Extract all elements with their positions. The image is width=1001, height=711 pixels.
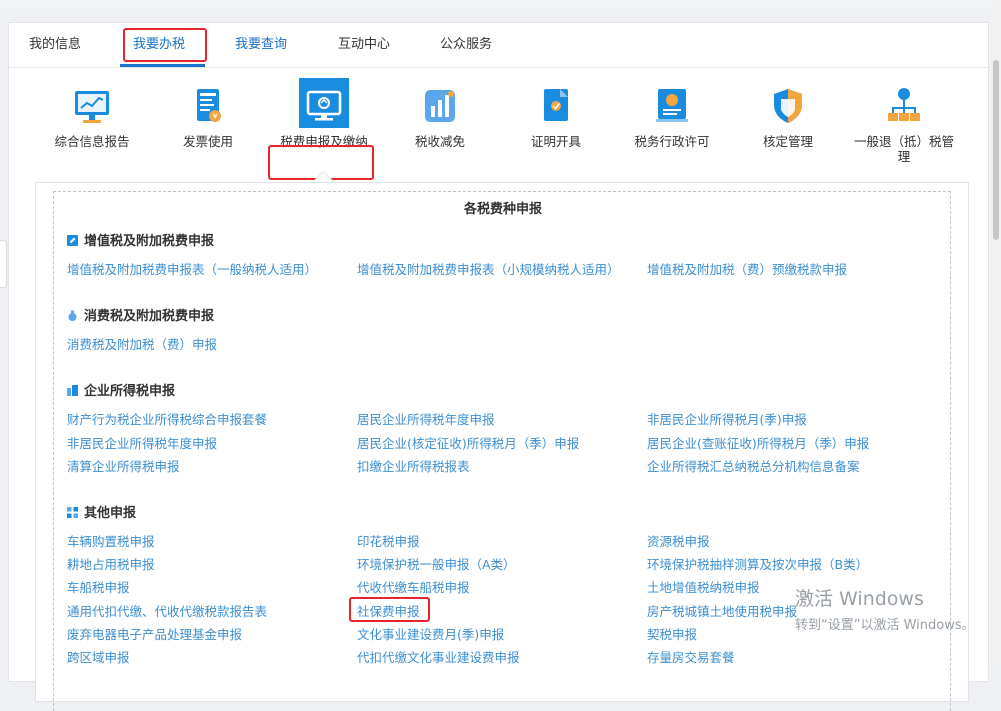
main-panel: 我的信息 我要办税 我要查询 互动中心 公众服务 综合信息报告 ¥ 发票使用 税… (8, 22, 989, 711)
link-farmland-tax[interactable]: 耕地占用税申报 (67, 557, 155, 573)
category-invoice-use[interactable]: ¥ 发票使用 (153, 78, 263, 178)
tab-public-service[interactable]: 公众服务 (440, 35, 492, 55)
grid-icon (67, 507, 78, 518)
link-env-tax-a[interactable]: 环境保护税一般申报（A类） (357, 557, 516, 573)
highlight-box-social-insurance (349, 597, 430, 622)
category-label: 综合信息报告 (54, 134, 130, 149)
category-general-refund[interactable]: 一般退（抵）税管理 (849, 78, 959, 178)
section-title-enterprise-income: 企业所得税申报 (67, 380, 175, 399)
watermark-line2: 转到“设置”以激活 Windows。 (795, 618, 975, 633)
link-land-vat[interactable]: 土地增值税纳税申报 (647, 580, 760, 596)
link-eit-consolidated-filing[interactable]: 企业所得税汇总纳税总分机构信息备案 (647, 459, 860, 475)
link-cultural-fee[interactable]: 文化事业建设费月(季)申报 (357, 627, 504, 643)
category-tax-admin-license[interactable]: 税务行政许可 (617, 78, 727, 178)
link-vehicle-vessel-withholding[interactable]: 代收代缴车船税申报 (357, 580, 470, 596)
category-comprehensive-report[interactable]: 综合信息报告 (37, 78, 147, 178)
tab-interaction-center[interactable]: 互动中心 (338, 35, 390, 55)
shield-icon (774, 89, 802, 123)
link-eit-withholding[interactable]: 扣缴企业所得税报表 (357, 459, 470, 475)
link-eit-nonresident-annual[interactable]: 非居民企业所得税年度申报 (67, 436, 217, 452)
link-eit-liquidation[interactable]: 清算企业所得税申报 (67, 459, 180, 475)
panel-title: 各税费种申报 (463, 202, 542, 217)
link-eit-resident-audit[interactable]: 居民企业(查账征收)所得税月（季）申报 (647, 436, 869, 452)
link-eit-resident-annual[interactable]: 居民企业所得税年度申报 (357, 412, 495, 428)
top-strip (0, 0, 1001, 8)
declaration-panel-inner: 各税费种申报 增值税及附加税费申报 增值税及附加税费申报表（一般纳税人适用） 增… (53, 191, 951, 711)
side-collapse-handle[interactable] (0, 240, 7, 288)
category-verification-management[interactable]: 核定管理 (733, 78, 843, 178)
org-tree-icon (888, 88, 920, 121)
windows-activation-watermark: 激活 Windows 转到“设置”以激活 Windows。 (795, 584, 975, 633)
category-icon-row: 综合信息报告 ¥ 发票使用 税费申报及缴纳 税收减免 证明开具 税务行政许可 核… (9, 78, 988, 180)
link-resource-tax[interactable]: 资源税申报 (647, 534, 710, 550)
link-e-waste-fund[interactable]: 废弃电器电子产品处理基金申报 (67, 627, 242, 643)
active-tab-indicator (120, 64, 205, 67)
highlight-box-tab (123, 28, 207, 62)
section-title-vat: 增值税及附加税费申报 (67, 230, 214, 249)
link-env-tax-b[interactable]: 环境保护税抽样测算及按次申报（B类） (647, 557, 868, 573)
page-scrollbar[interactable] (991, 0, 1001, 663)
scrollbar-thumb[interactable] (993, 60, 999, 240)
link-vat-general[interactable]: 增值税及附加税费申报表（一般纳税人适用） (67, 262, 317, 278)
category-label: 核定管理 (762, 134, 813, 149)
money-bag-icon (68, 310, 77, 321)
category-label: 一般退（抵）税管理 (853, 134, 954, 164)
link-vehicle-purchase-tax[interactable]: 车辆购置税申报 (67, 534, 155, 550)
link-general-withholding-report[interactable]: 通用代扣代缴、代收代缴税款报告表 (67, 604, 267, 620)
link-eit-resident-verified[interactable]: 居民企业(核定征收)所得税月（季）申报 (357, 436, 579, 452)
category-certificate-issue[interactable]: 证明开具 (501, 78, 611, 178)
svg-text:¥: ¥ (212, 112, 217, 121)
link-existing-house-combo[interactable]: 存量房交易套餐 (647, 650, 735, 666)
link-deed-tax[interactable]: 契税申报 (647, 627, 697, 643)
link-vat-prepay[interactable]: 增值税及附加税（费）预缴税款申报 (647, 262, 847, 278)
category-label: 发票使用 (182, 134, 233, 149)
link-vat-small-scale[interactable]: 增值税及附加税费申报表（小规模纳税人适用） (357, 262, 620, 278)
section-title-other: 其他申报 (67, 502, 136, 521)
link-cross-region[interactable]: 跨区域申报 (67, 650, 130, 666)
link-cultural-fee-withholding[interactable]: 代扣代缴文化事业建设费申报 (357, 650, 520, 666)
section-title-consumption: 消费税及附加税费申报 (67, 305, 214, 324)
monitor-chart-icon (75, 91, 109, 123)
edit-icon (67, 235, 78, 246)
category-tax-reduction[interactable]: 税收减免 (385, 78, 495, 178)
category-label: 税务行政许可 (634, 134, 710, 149)
category-label: 税收减免 (414, 134, 465, 149)
link-property-land-use-tax[interactable]: 房产税城镇土地使用税申报 (647, 604, 797, 620)
link-vehicle-vessel-tax[interactable]: 车船税申报 (67, 580, 130, 596)
invoice-icon: ¥ (197, 89, 221, 122)
main-tabs: 我的信息 我要办税 我要查询 互动中心 公众服务 (9, 23, 988, 68)
license-icon (656, 89, 688, 122)
tab-my-info[interactable]: 我的信息 (29, 35, 81, 55)
category-label: 证明开具 (530, 134, 581, 149)
certificate-icon (544, 89, 568, 121)
tab-query[interactable]: 我要查询 (235, 35, 287, 55)
bar-chart-icon (425, 90, 455, 122)
tax-declare-icon (306, 90, 342, 121)
watermark-line1: 激活 Windows (795, 588, 924, 610)
link-eit-combo[interactable]: 财产行为税企业所得税综合申报套餐 (67, 412, 267, 428)
link-stamp-tax[interactable]: 印花税申报 (357, 534, 420, 550)
link-consumption-tax[interactable]: 消费税及附加税（费）申报 (67, 337, 217, 353)
link-eit-nonresident-monthly[interactable]: 非居民企业所得税月(季)申报 (647, 412, 807, 428)
building-icon (67, 385, 78, 396)
